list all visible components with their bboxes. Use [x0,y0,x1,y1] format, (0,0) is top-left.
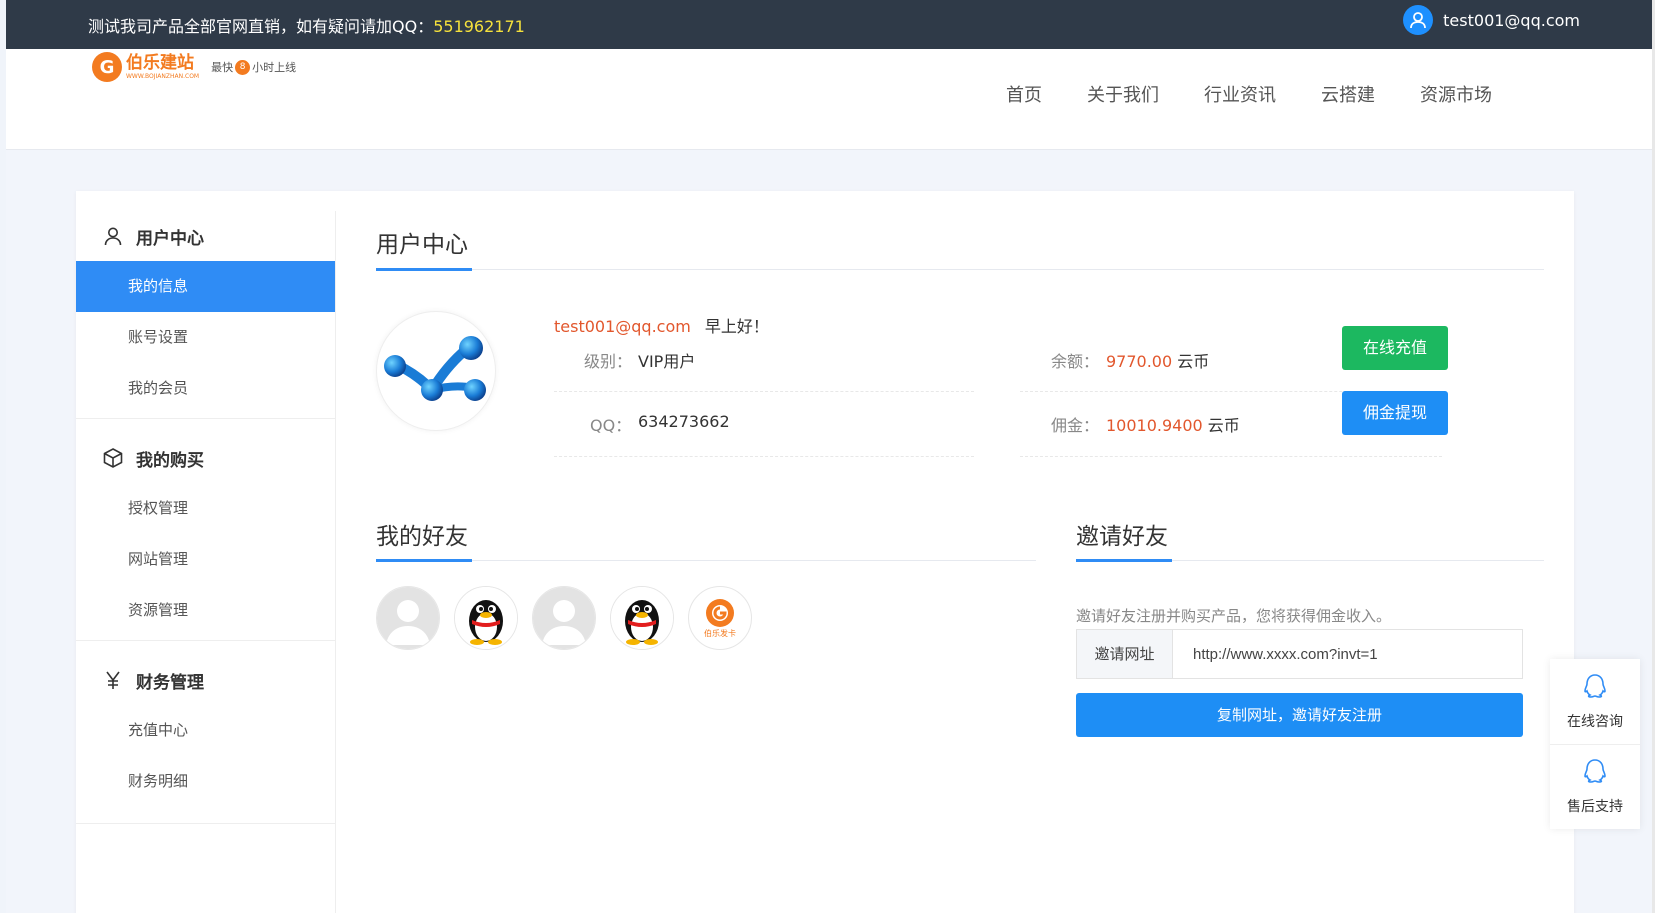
sidebar-group-finance: 财务管理 充值中心 财务明细 [76,641,335,824]
balance-label: 余额： [1051,352,1100,371]
level-value: VIP用户 [638,352,696,371]
slogan-prefix: 最快 [211,61,234,74]
nav-news[interactable]: 行业资讯 [1204,81,1276,107]
invite-url-group: 邀请网址 [1076,629,1523,679]
sidebar-group-title: 我的购买 [76,433,335,483]
level-label: 级别： [584,352,633,371]
page: 测试我司产品全部官网直销，如有疑问请加QQ：551962171 test001@… [6,0,1652,913]
balance-amount: 9770.00 [1106,352,1173,371]
invite-description: 邀请好友注册并购买产品，您将获得佣金收入。 [1076,607,1392,625]
commission-currency: 云币 [1207,416,1240,435]
qq-icon [1582,673,1608,705]
logo-url: WWW.BOJIANZHAN.COM [126,73,200,80]
friend-avatar-default[interactable] [532,586,596,650]
divider [376,269,1544,270]
info-row-qq: QQ： 634273662 [554,392,974,457]
qq-value: 634273662 [638,412,730,431]
friend-avatar-bole-logo[interactable]: 伯乐发卡 [688,586,752,650]
withdraw-commission-button[interactable]: 佣金提现 [1342,391,1448,435]
online-consult-button[interactable]: 在线咨询 [1550,659,1640,744]
sidebar-item-finance-details[interactable]: 财务明细 [76,756,335,807]
friend-avatar-penguin[interactable] [454,586,518,650]
nav-home[interactable]: 首页 [1006,81,1042,107]
section-title-user-center: 用户中心 [376,232,468,258]
site-logo[interactable]: G 伯乐建站 WWW.BOJIANZHAN.COM 最快 8 小时上线 [92,52,296,82]
sidebar-group-label: 用户中心 [136,228,204,249]
nav-cloud-build[interactable]: 云搭建 [1321,81,1375,107]
box-icon [102,447,124,469]
user-icon [1403,5,1434,35]
notice-qq: 551962171 [433,17,525,36]
sidebar: 用户中心 我的信息 账号设置 我的会员 我的购买 授权管理 网站管理 资源管理 [76,211,336,913]
section-underline [376,268,472,271]
sidebar-item-website-management[interactable]: 网站管理 [76,534,335,585]
qq-label: QQ： [590,416,632,435]
user-avatar[interactable] [376,311,496,431]
sidebar-group-title: 财务管理 [76,655,335,705]
logo-slogan: 最快 8 小时上线 [211,59,296,75]
balance-value: 9770.00 云币 [1106,348,1209,372]
slogan-number: 8 [235,59,251,75]
main-card: 用户中心 我的信息 账号设置 我的会员 我的购买 授权管理 网站管理 资源管理 [76,191,1574,913]
sidebar-item-account-settings[interactable]: 账号设置 [76,312,335,363]
info-row-level: 级别： VIP用户 [554,327,974,392]
notice-text: 测试我司产品全部官网直销，如有疑问请加QQ： [88,17,434,36]
floating-service-panel: 在线咨询 售后支持 [1550,659,1640,829]
nav-resource-market[interactable]: 资源市场 [1420,81,1492,107]
copy-invite-url-button[interactable]: 复制网址，邀请好友注册 [1076,693,1523,737]
friend-avatar-penguin[interactable] [610,586,674,650]
sidebar-group-label: 财务管理 [136,672,204,693]
commission-label: 佣金： [1051,416,1100,435]
sidebar-group-title: 用户中心 [76,211,335,261]
recharge-button[interactable]: 在线充值 [1342,326,1448,370]
sidebar-item-my-membership[interactable]: 我的会员 [76,363,335,414]
user-email[interactable]: test001@qq.com [1443,11,1580,30]
sidebar-item-resource-management[interactable]: 资源管理 [76,585,335,636]
commission-value: 10010.9400 云币 [1106,412,1240,436]
commission-amount: 10010.9400 [1106,416,1203,435]
logo-name: 伯乐建站 [126,53,194,73]
section-underline [1076,559,1172,562]
yen-icon [102,669,124,691]
site-header: G 伯乐建站 WWW.BOJIANZHAN.COM 最快 8 小时上线 首页 关… [6,49,1652,150]
main-nav: 首页 关于我们 行业资讯 云搭建 资源市场 [961,81,1492,107]
section-title-invite-friends: 邀请好友 [1076,524,1168,550]
sidebar-item-my-info[interactable]: 我的信息 [76,261,335,312]
logo-mark-icon: G [92,52,122,82]
section-underline [376,559,472,562]
section-title-my-friends: 我的好友 [376,524,468,550]
top-bar: 测试我司产品全部官网直销，如有疑问请加QQ：551962171 test001@… [6,0,1652,49]
online-consult-label: 在线咨询 [1567,713,1623,730]
sidebar-group-my-purchases: 我的购买 授权管理 网站管理 资源管理 [76,419,335,641]
slogan-suffix: 小时上线 [252,61,297,74]
sidebar-item-recharge-center[interactable]: 充值中心 [76,705,335,756]
after-sales-support-button[interactable]: 售后支持 [1550,744,1640,829]
sidebar-group-user-center: 用户中心 我的信息 账号设置 我的会员 [76,211,335,419]
user-icon [102,225,124,247]
bole-avatar-label: 伯乐发卡 [704,629,736,638]
user-menu[interactable]: test001@qq.com [1403,5,1580,35]
friend-avatar-default[interactable] [376,586,440,650]
qq-icon [1582,758,1608,790]
sidebar-group-label: 我的购买 [136,450,204,471]
info-row-commission: 佣金： 10010.9400 云币 佣金提现 [1020,391,1448,457]
after-sales-support-label: 售后支持 [1567,799,1623,815]
friends-list: 伯乐发卡 [376,586,766,650]
divider [376,560,1036,561]
invite-url-label: 邀请网址 [1077,630,1173,678]
nav-about[interactable]: 关于我们 [1087,81,1159,107]
top-notice: 测试我司产品全部官网直销，如有疑问请加QQ：551962171 [88,13,525,37]
invite-url-input[interactable] [1173,630,1522,678]
sidebar-item-license-management[interactable]: 授权管理 [76,483,335,534]
info-row-balance: 余额： 9770.00 云币 在线充值 [1020,326,1448,392]
content-area: 用户中心 test001@qq.com 早上好！ 级别： VIP用户 QQ： 6… [376,191,1544,913]
balance-currency: 云币 [1177,352,1210,371]
